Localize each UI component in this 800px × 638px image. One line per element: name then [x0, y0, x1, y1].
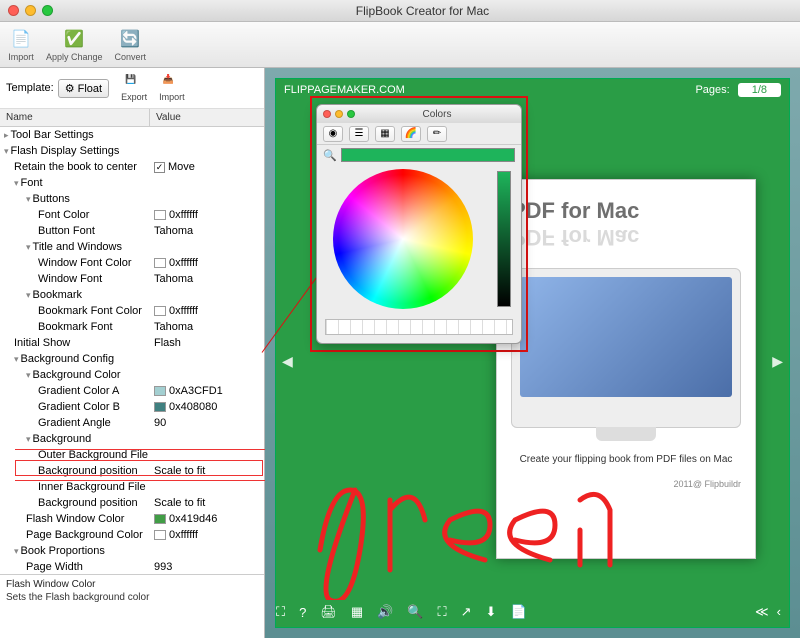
bg-config-group[interactable]: Background Config [0, 351, 150, 367]
flash-window-color-row[interactable]: Flash Window Color [0, 511, 150, 527]
prev-icon[interactable]: ‹ [777, 604, 781, 620]
page-indicator[interactable]: 1/8 [738, 83, 781, 97]
color-swatch[interactable] [154, 386, 166, 396]
help-icon[interactable]: ? [299, 605, 306, 620]
crayons-mode-icon[interactable]: ✏ [427, 126, 447, 142]
bg-color-group[interactable]: Background Color [0, 367, 150, 383]
colorpop-title: Colors [359, 109, 515, 120]
page-bg-color-row[interactable]: Page Background Color [0, 527, 150, 543]
strike-annotation [15, 480, 265, 481]
magnifier-icon[interactable]: 🔍 [323, 149, 337, 162]
apply-icon: ✅ [61, 27, 87, 51]
initial-show-row[interactable]: Initial Show [0, 335, 150, 351]
flash-bottom-bar: ⛶ ? 🖨 ▦ 🔊 🔍 ⛶ ↗ ⬇ 📄 ≪ ‹ [276, 601, 789, 623]
zoom-icon[interactable]: 🔍 [407, 604, 423, 620]
color-swatch[interactable] [154, 306, 166, 316]
retain-row[interactable]: Retain the book to center [0, 159, 150, 175]
first-page-icon[interactable]: ≪ [755, 604, 769, 620]
grad-a-row[interactable]: Gradient Color A [0, 383, 150, 399]
description-panel: Flash Window Color Sets the Flash backgr… [0, 574, 264, 638]
book-prop-group[interactable]: Book Proportions [0, 543, 150, 559]
template-label: Template: [6, 82, 54, 94]
color-swatch[interactable] [154, 258, 166, 268]
bookmark-group[interactable]: Bookmark [0, 287, 150, 303]
page-caption: Create your flipping book from PDF files… [511, 454, 741, 465]
fit-icon[interactable]: ⛶ [276, 604, 285, 620]
desc-body: Sets the Flash background color [6, 592, 258, 603]
print-icon[interactable]: 🖨 [320, 604, 337, 620]
strike-annotation [15, 449, 265, 450]
convert-icon: 🔄 [117, 27, 143, 51]
main-toolbar: 📄Import ✅Apply Change 🔄Convert [0, 22, 800, 68]
color-picker-popup[interactable]: Colors ◉ ☰ ▦ 🌈 ✏ 🔍 [316, 104, 522, 344]
site-label: FLIPPAGEMAKER.COM [284, 84, 405, 96]
fullscreen-icon[interactable]: ⛶ [438, 604, 447, 620]
zoom-dot[interactable] [42, 5, 53, 16]
inner-bg-row[interactable]: Inner Background File [0, 479, 150, 495]
page-width-row[interactable]: Page Width [0, 559, 150, 574]
template-gear-button[interactable]: ⚙ Float [58, 79, 109, 98]
font-color-row[interactable]: Font Color [0, 207, 150, 223]
import-template-button[interactable]: 📥Import [159, 74, 185, 102]
title-windows-group[interactable]: Title and Windows [0, 239, 150, 255]
palette-mode-icon[interactable]: ▦ [375, 126, 395, 142]
prev-page-button[interactable]: ◀ [282, 353, 293, 370]
brightness-slider[interactable] [497, 171, 511, 307]
color-swatch[interactable] [154, 530, 166, 540]
button-font-row[interactable]: Button Font [0, 223, 150, 239]
pages-label: Pages: [695, 84, 729, 96]
win-font-row[interactable]: Window Font [0, 271, 150, 287]
grad-b-row[interactable]: Gradient Color B [0, 399, 150, 415]
bm-font-color-row[interactable]: Bookmark Font Color [0, 303, 150, 319]
col-value: Value [150, 109, 187, 126]
background-group[interactable]: Background [0, 431, 150, 447]
property-tree[interactable]: Tool Bar Settings Flash Display Settings… [0, 127, 264, 574]
wheel-mode-icon[interactable]: ◉ [323, 126, 343, 142]
settings-panel: Template: ⚙ Float 💾Export 📥Import Name V… [0, 68, 265, 638]
grad-angle-row[interactable]: Gradient Angle [0, 415, 150, 431]
apply-change-button[interactable]: ✅Apply Change [46, 27, 103, 62]
gear-icon: ⚙ [65, 83, 75, 95]
share-icon[interactable]: ↗ [461, 604, 472, 620]
bg-pos2-row[interactable]: Background position [0, 495, 150, 511]
page-footer: 2011@ Flipbuildr [511, 479, 741, 489]
font-group[interactable]: Font [0, 175, 150, 191]
buttons-group[interactable]: Buttons [0, 191, 150, 207]
col-name: Name [0, 109, 150, 126]
color-swatch[interactable] [154, 402, 166, 412]
color-swatch[interactable] [154, 210, 166, 220]
import-icon: 📥 [163, 74, 181, 92]
thumbnails-icon[interactable]: ▦ [351, 604, 363, 620]
pdf-icon: 📄 [8, 27, 34, 51]
flash-display-group[interactable]: Flash Display Settings [0, 143, 150, 159]
import-button[interactable]: 📄Import [8, 27, 34, 62]
sound-icon[interactable]: 🔊 [377, 604, 393, 620]
color-wheel[interactable] [333, 169, 473, 309]
color-swatch[interactable] [154, 514, 166, 524]
doc-icon[interactable]: 📄 [510, 604, 526, 620]
spectrum-mode-icon[interactable]: 🌈 [401, 126, 421, 142]
save-icon: 💾 [125, 74, 143, 92]
next-page-button[interactable]: ▶ [772, 353, 783, 370]
toolbar-settings-group[interactable]: Tool Bar Settings [0, 127, 150, 143]
window-title: FlipBook Creator for Mac [53, 4, 792, 18]
download-icon[interactable]: ⬇ [486, 604, 497, 620]
imac-illustration [511, 268, 741, 428]
desc-title: Flash Window Color [6, 579, 258, 590]
bm-font-row[interactable]: Bookmark Font [0, 319, 150, 335]
close-dot[interactable] [8, 5, 19, 16]
export-button[interactable]: 💾Export [121, 74, 147, 102]
min-dot[interactable] [25, 5, 36, 16]
sliders-mode-icon[interactable]: ☰ [349, 126, 369, 142]
convert-button[interactable]: 🔄Convert [115, 27, 147, 62]
win-font-color-row[interactable]: Window Font Color [0, 255, 150, 271]
bg-pos1-row[interactable]: Background position [0, 463, 150, 479]
color-strip[interactable] [325, 319, 513, 335]
current-color-swatch[interactable] [341, 148, 515, 162]
page-title: PDF for Mac [511, 198, 741, 224]
retain-checkbox[interactable]: ✓ [154, 162, 165, 173]
